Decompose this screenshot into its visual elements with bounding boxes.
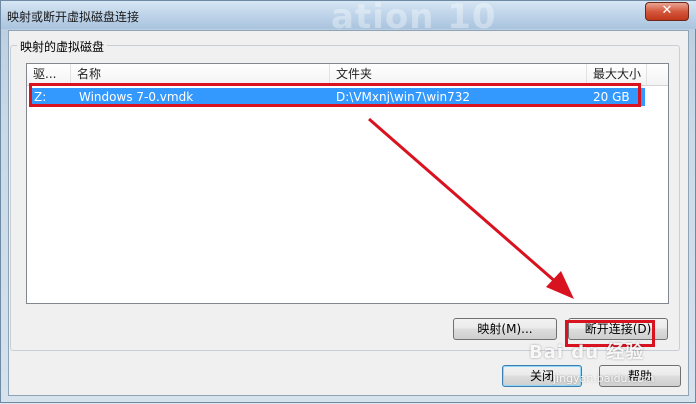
- map-button[interactable]: 映射(M)...: [453, 318, 557, 340]
- baidu-watermark: Bai du 经验: [529, 342, 645, 363]
- baidu-watermark-url: jingyan.baidu.com: [553, 372, 655, 385]
- dialog-window: ation 10 映射或断开虚拟磁盘连接 ✕ 映射的虚拟磁盘 驱... 名称 文…: [0, 0, 696, 403]
